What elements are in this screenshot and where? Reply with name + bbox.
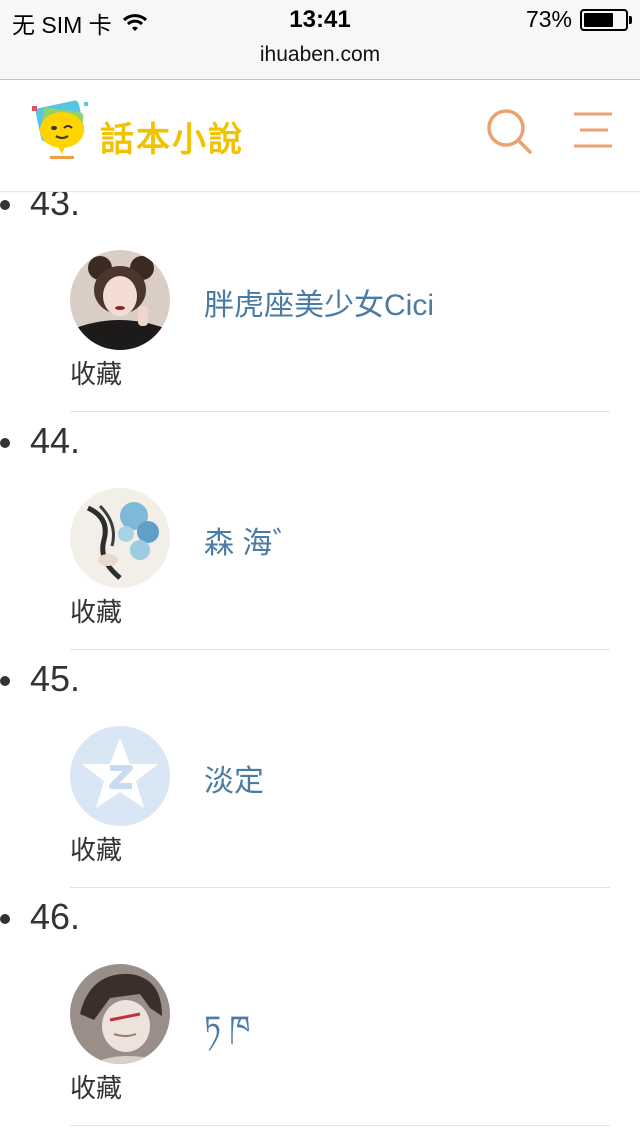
item-number: 45.: [30, 658, 81, 699]
list-bullet: [0, 438, 10, 448]
user-avatar[interactable]: [70, 488, 170, 588]
favorite-link[interactable]: 收藏: [70, 1068, 122, 1105]
list-bullet: [0, 676, 10, 686]
list-bullet: [0, 200, 10, 210]
logo-text: 話本小說: [100, 120, 244, 160]
user-avatar[interactable]: [70, 964, 170, 1064]
favorite-link[interactable]: 收藏: [70, 354, 122, 391]
site-logo[interactable]: 話本小說: [28, 98, 258, 168]
list-item: 45. 淡定 收藏: [0, 638, 640, 888]
fan-list: 43. 胖虎座美少女Cici 收藏 44. 森 海゛ 收藏 45. 淡定 收藏 …: [0, 192, 640, 1136]
status-bar: 无 SIM 卡 13:41 73%: [0, 0, 640, 40]
site-header: 話本小說: [0, 80, 640, 192]
username-link[interactable]: 胖虎座美少女Cici: [204, 280, 434, 324]
logo-mascot-icon: [32, 100, 88, 159]
item-number: 44.: [30, 420, 81, 461]
address-bar[interactable]: ihuaben.com: [0, 40, 640, 80]
user-avatar[interactable]: [70, 250, 170, 350]
list-item: 44. 森 海゛ 收藏: [0, 400, 640, 650]
favorite-link[interactable]: 收藏: [70, 830, 122, 867]
battery-icon: [580, 8, 632, 31]
username-link[interactable]: 淡定: [204, 756, 264, 800]
avatar-default-qq: [70, 726, 170, 826]
username-link[interactable]: 森 海゛: [204, 518, 302, 562]
favorite-link[interactable]: 收藏: [70, 592, 122, 629]
battery-level: [584, 12, 614, 27]
battery-percent: 73%: [525, 6, 572, 32]
user-avatar[interactable]: [70, 726, 170, 826]
item-number: 43.: [30, 192, 81, 223]
username-link[interactable]: ཏ ཁ: [204, 994, 250, 1078]
list-bullet: [0, 914, 10, 924]
avatar-anime-boy: [70, 964, 170, 1064]
avatar-blue-flowers: [70, 488, 170, 588]
list-item: 43. 胖虎座美少女Cici 收藏: [0, 192, 640, 412]
search-icon[interactable]: [486, 108, 532, 154]
item-number: 46.: [30, 896, 81, 937]
menu-icon[interactable]: [572, 110, 614, 150]
avatar-photo-girl: [70, 250, 170, 350]
divider: [70, 1125, 610, 1126]
list-item: 46. ཏ ཁ 收藏: [0, 876, 640, 1126]
